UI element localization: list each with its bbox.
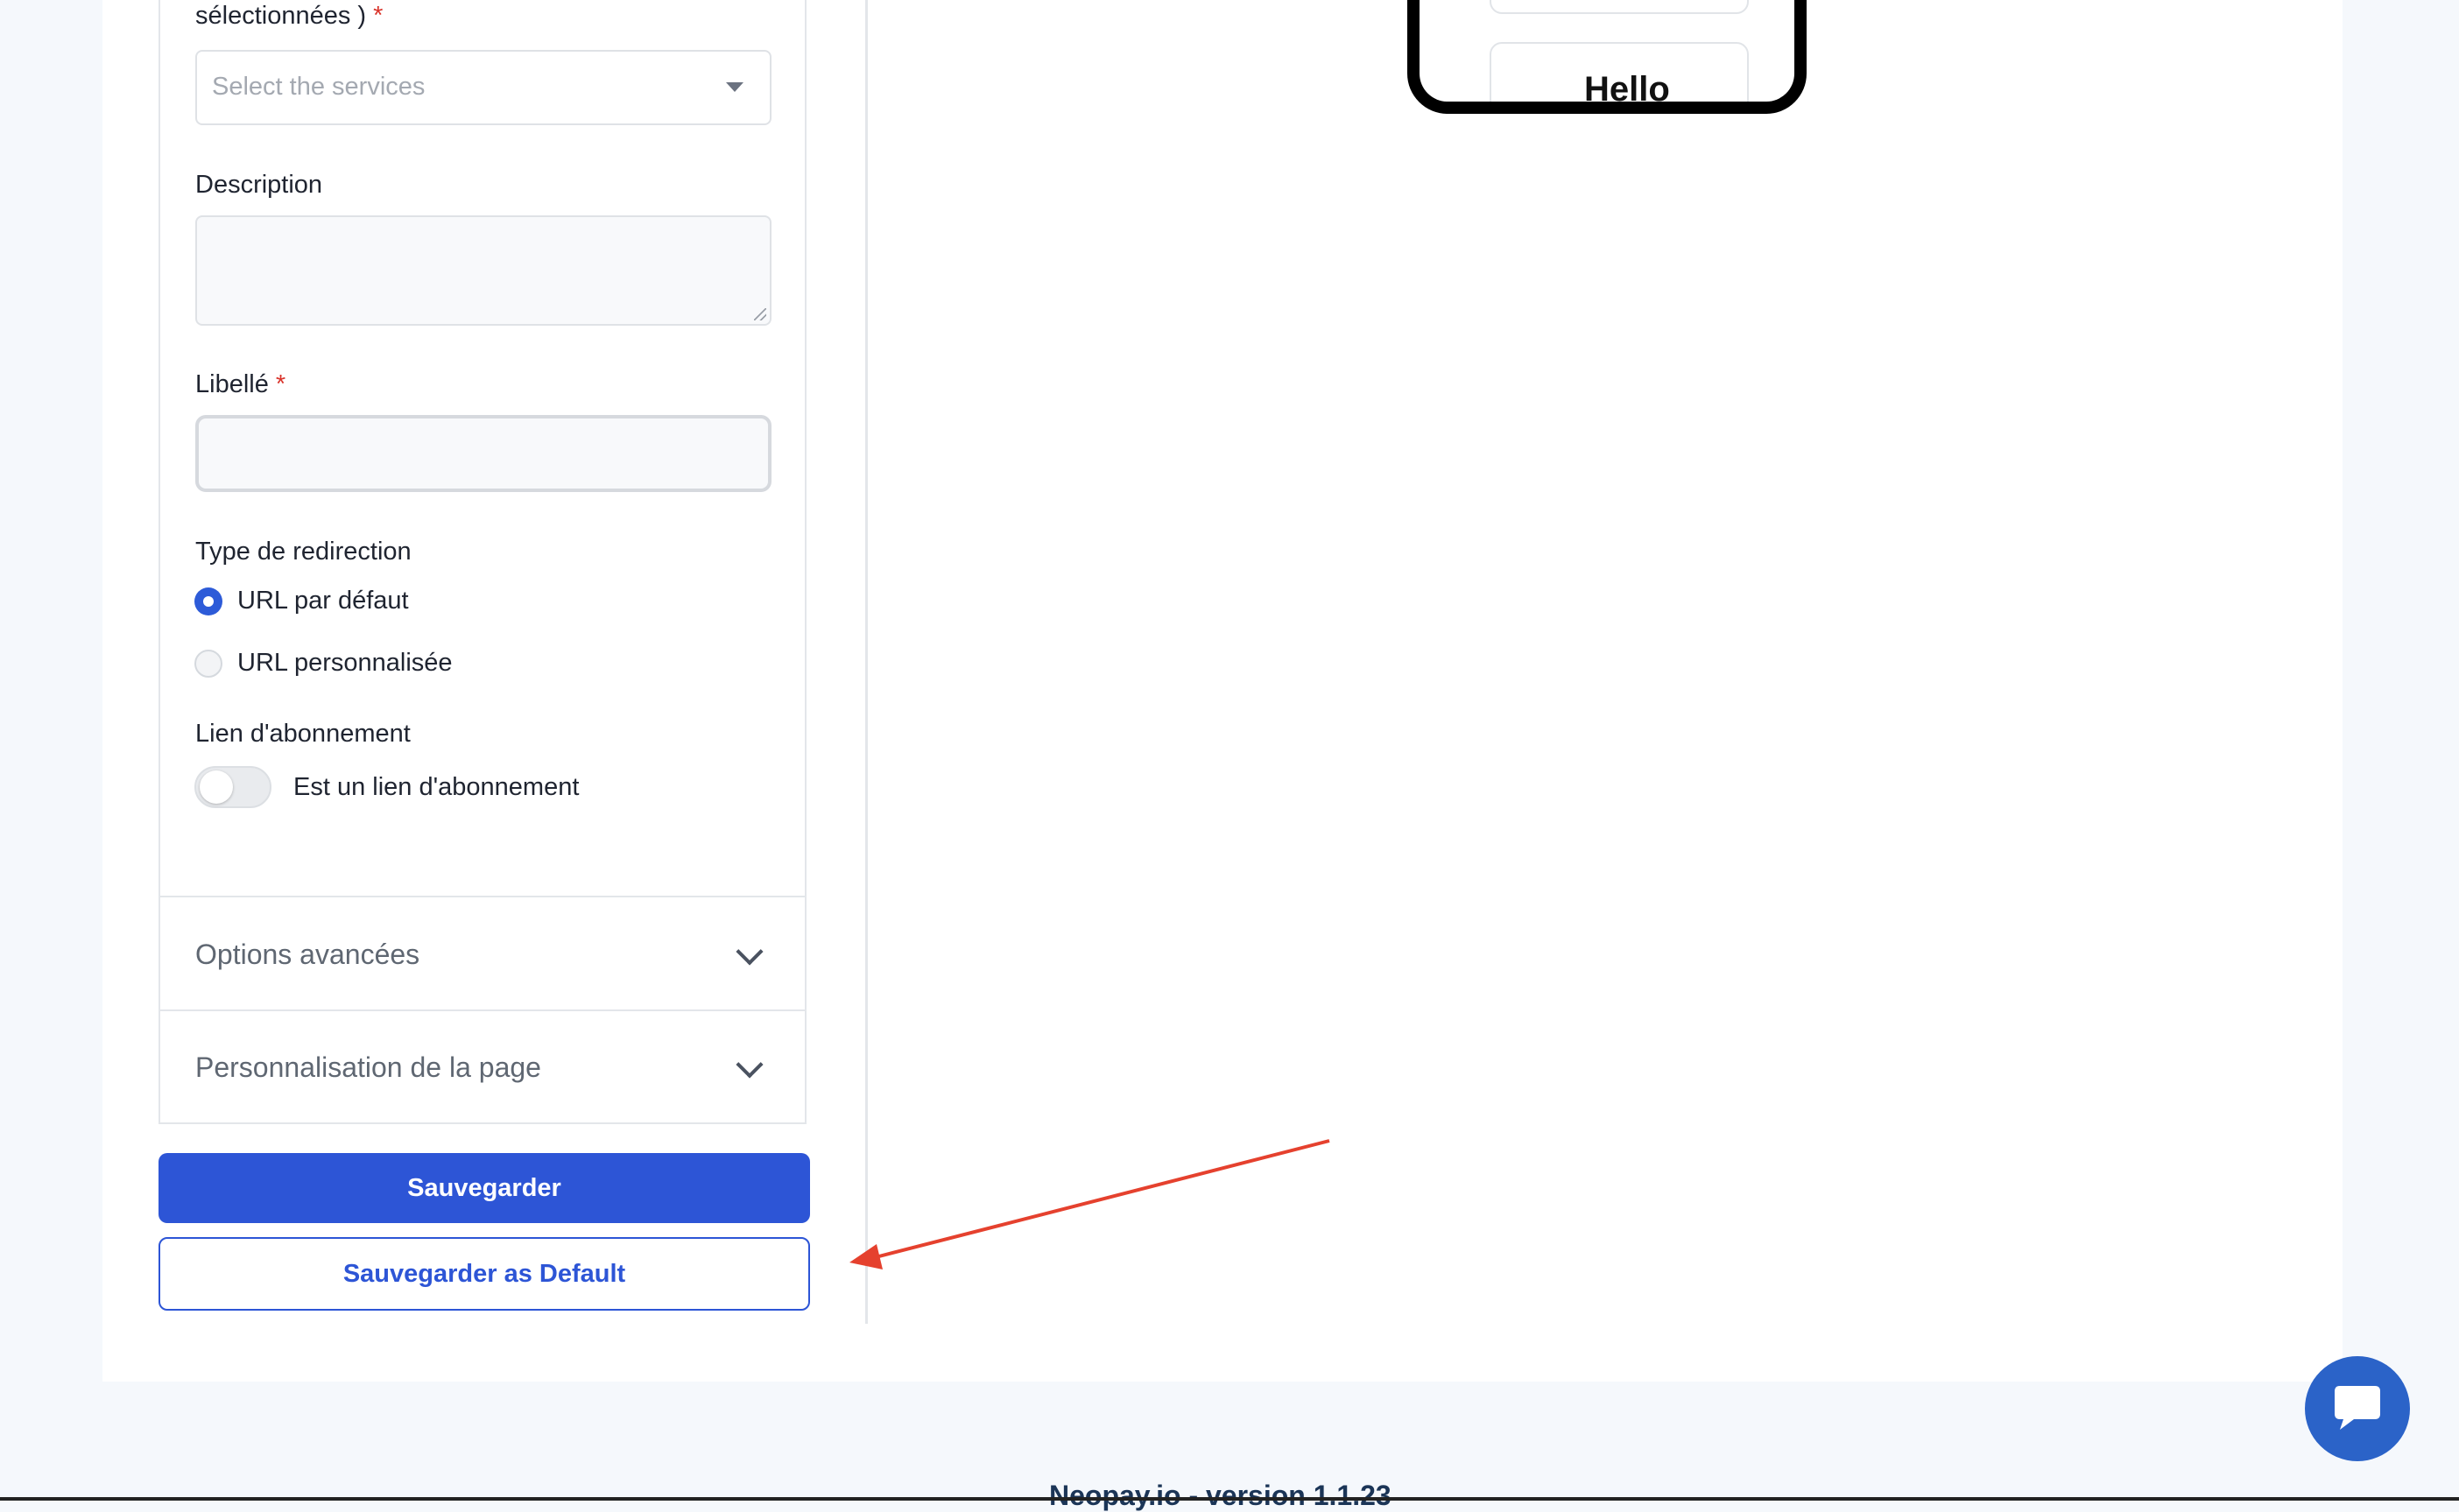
radio-url-default-label[interactable]: URL par défaut — [237, 587, 409, 615]
libelle-input[interactable] — [195, 415, 772, 492]
preview-card — [1490, 0, 1749, 14]
accordion-options-avancees[interactable]: Options avancées — [195, 939, 419, 971]
preview-text: Hello — [1584, 70, 1670, 109]
radio-url-custom[interactable] — [194, 650, 222, 678]
accordion-divider — [159, 896, 807, 897]
accordion-divider — [159, 1009, 807, 1011]
chat-bubble-icon — [2335, 1386, 2380, 1430]
panel-divider — [865, 0, 868, 1324]
phone-preview: Hello — [1407, 0, 1807, 114]
services-select-placeholder: Select the services — [212, 73, 426, 101]
caret-down-icon — [726, 82, 743, 92]
services-select[interactable]: Select the services — [195, 50, 772, 125]
chat-button[interactable] — [2305, 1356, 2410, 1461]
accordion-personnalisation[interactable]: Personnalisation de la page — [195, 1051, 541, 1084]
description-label: Description — [195, 171, 323, 199]
subscription-toggle[interactable] — [194, 766, 271, 808]
subscription-toggle-label[interactable]: Est un lien d'abonnement — [293, 773, 579, 802]
required-mark: * — [275, 370, 286, 398]
resize-grip-icon[interactable] — [754, 308, 766, 320]
description-textarea[interactable] — [195, 215, 772, 326]
services-label-text: sélectionnées ) — [195, 2, 367, 30]
services-label: sélectionnées ) * — [195, 2, 383, 31]
libelle-label: Libellé * — [195, 370, 285, 399]
required-mark: * — [373, 2, 384, 30]
redirection-label: Type de redirection — [195, 538, 412, 566]
radio-url-default[interactable] — [194, 587, 222, 615]
libelle-label-text: Libellé — [195, 370, 269, 398]
subscription-label: Lien d'abonnement — [195, 720, 411, 748]
toggle-knob — [200, 770, 233, 804]
preview-card: Hello — [1490, 42, 1749, 109]
bottom-edge — [0, 1497, 2459, 1501]
save-as-default-button[interactable]: Sauvegarder as Default — [159, 1237, 810, 1311]
save-button[interactable]: Sauvegarder — [159, 1153, 810, 1223]
radio-url-custom-label[interactable]: URL personnalisée — [237, 649, 453, 678]
footer-version: Neopay.io - version 1.1.23 — [1049, 1480, 1392, 1511]
